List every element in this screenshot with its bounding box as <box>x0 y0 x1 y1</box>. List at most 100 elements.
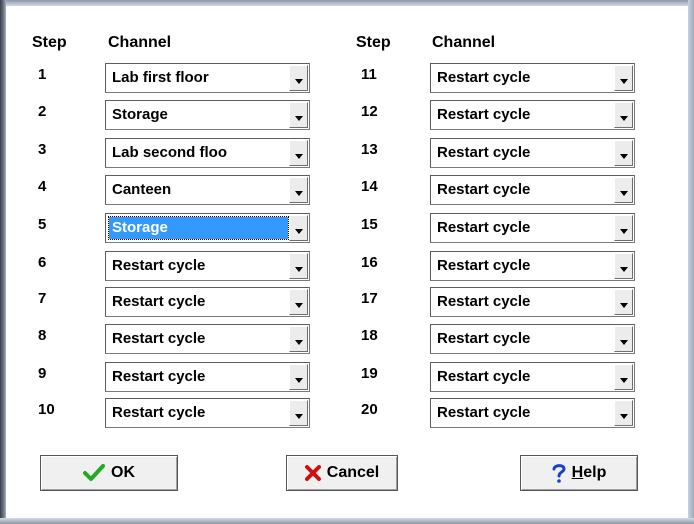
channel-select-value: Restart cycle <box>112 368 206 385</box>
channel-select-value: Restart cycle <box>437 368 531 385</box>
step-number: 14 <box>361 178 378 195</box>
chevron-down-icon <box>620 303 628 308</box>
channel-header-right: Channel <box>432 34 496 51</box>
channel-select-step-9[interactable]: Restart cycle <box>105 362 310 392</box>
dropdown-arrow-button[interactable] <box>614 102 633 128</box>
channel-select-step-13[interactable]: Restart cycle <box>430 138 635 168</box>
chevron-down-icon <box>620 378 628 383</box>
dropdown-arrow-button[interactable] <box>289 177 308 203</box>
chevron-down-icon <box>295 303 303 308</box>
dropdown-arrow-button[interactable] <box>289 364 308 390</box>
channel-select-value: Lab first floor <box>112 69 209 86</box>
step-number: 17 <box>361 290 378 307</box>
dropdown-arrow-button[interactable] <box>289 326 308 352</box>
step-number: 7 <box>38 290 47 307</box>
channel-select-value: Restart cycle <box>437 106 531 123</box>
window-frame-top <box>0 0 694 6</box>
dropdown-arrow-button[interactable] <box>289 289 308 315</box>
chevron-down-icon <box>620 154 628 159</box>
channel-select-step-4[interactable]: Canteen <box>105 175 310 205</box>
dropdown-arrow-button[interactable] <box>614 364 633 390</box>
dropdown-arrow-button[interactable] <box>289 215 308 241</box>
cancel-button-label: Cancel <box>326 464 380 481</box>
step-number: 2 <box>38 103 47 120</box>
dropdown-arrow-button[interactable] <box>614 326 633 352</box>
dropdown-arrow-button[interactable] <box>289 102 308 128</box>
chevron-down-icon <box>620 267 628 272</box>
chevron-down-icon <box>295 191 303 196</box>
dropdown-arrow-button[interactable] <box>289 65 308 91</box>
chevron-down-icon <box>620 414 628 419</box>
chevron-down-icon <box>295 340 303 345</box>
chevron-down-icon <box>620 340 628 345</box>
channel-select-step-1[interactable]: Lab first floor <box>105 63 310 93</box>
channel-select-value: Restart cycle <box>437 181 531 198</box>
window-frame-bottom <box>0 518 694 524</box>
channel-select-value: Restart cycle <box>112 330 206 347</box>
channel-select-value: Restart cycle <box>112 257 206 274</box>
dropdown-arrow-button[interactable] <box>614 253 633 279</box>
channel-select-step-19[interactable]: Restart cycle <box>430 362 635 392</box>
ok-button[interactable]: OK <box>40 455 178 491</box>
dropdown-arrow-button[interactable] <box>614 177 633 203</box>
channel-select-value: Restart cycle <box>437 144 531 161</box>
dropdown-arrow-button[interactable] <box>614 215 633 241</box>
channel-select-value: Restart cycle <box>112 404 206 421</box>
channel-select-value: Restart cycle <box>437 257 531 274</box>
channel-select-step-10[interactable]: Restart cycle <box>105 398 310 428</box>
channel-select-step-16[interactable]: Restart cycle <box>430 251 635 281</box>
chevron-down-icon <box>620 116 628 121</box>
chevron-down-icon <box>620 79 628 84</box>
channel-select-value: Restart cycle <box>112 293 206 310</box>
help-button[interactable]: Help <box>520 455 638 491</box>
window-frame-right <box>688 0 694 524</box>
channel-select-step-12[interactable]: Restart cycle <box>430 100 635 130</box>
step-header-right: Step <box>356 34 391 51</box>
step-number: 6 <box>38 254 47 271</box>
channel-select-step-6[interactable]: Restart cycle <box>105 251 310 281</box>
chevron-down-icon <box>295 267 303 272</box>
step-number: 8 <box>38 327 47 344</box>
chevron-down-icon <box>295 116 303 121</box>
channel-select-step-15[interactable]: Restart cycle <box>430 213 635 243</box>
channel-select-value: Restart cycle <box>437 404 531 421</box>
channel-select-value: Restart cycle <box>437 293 531 310</box>
channel-select-value: Restart cycle <box>437 330 531 347</box>
step-number: 12 <box>361 103 378 120</box>
channel-select-step-20[interactable]: Restart cycle <box>430 398 635 428</box>
channel-select-step-7[interactable]: Restart cycle <box>105 287 310 317</box>
step-number: 18 <box>361 327 378 344</box>
dropdown-arrow-button[interactable] <box>289 400 308 426</box>
dropdown-arrow-button[interactable] <box>614 289 633 315</box>
channel-select-step-5[interactable]: Storage <box>105 213 310 243</box>
channel-select-value: Storage <box>112 106 168 123</box>
channel-select-step-18[interactable]: Restart cycle <box>430 324 635 354</box>
dropdown-arrow-button[interactable] <box>289 253 308 279</box>
channel-select-step-3[interactable]: Lab second floo <box>105 138 310 168</box>
channel-select-step-8[interactable]: Restart cycle <box>105 324 310 354</box>
dropdown-arrow-button[interactable] <box>614 140 633 166</box>
step-header-left: Step <box>32 34 67 51</box>
step-number: 13 <box>361 141 378 158</box>
dropdown-arrow-button[interactable] <box>614 65 633 91</box>
step-number: 9 <box>38 365 47 382</box>
channel-select-step-11[interactable]: Restart cycle <box>430 63 635 93</box>
channel-select-step-2[interactable]: Storage <box>105 100 310 130</box>
chevron-down-icon <box>620 191 628 196</box>
channel-header-left: Channel <box>108 34 172 51</box>
chevron-down-icon <box>295 414 303 419</box>
step-number: 19 <box>361 365 378 382</box>
dropdown-arrow-button[interactable] <box>614 400 633 426</box>
chevron-down-icon <box>295 229 303 234</box>
chevron-down-icon <box>295 154 303 159</box>
step-channel-dialog: Step Channel Step Channel 1 Lab first flo… <box>8 8 686 516</box>
channel-select-step-14[interactable]: Restart cycle <box>430 175 635 205</box>
chevron-down-icon <box>620 229 628 234</box>
channel-select-value: Restart cycle <box>437 69 531 86</box>
cancel-button[interactable]: Cancel <box>286 455 398 491</box>
x-icon <box>304 465 321 481</box>
checkmark-icon <box>83 464 105 482</box>
step-number: 4 <box>38 178 47 195</box>
dropdown-arrow-button[interactable] <box>289 140 308 166</box>
channel-select-step-17[interactable]: Restart cycle <box>430 287 635 317</box>
